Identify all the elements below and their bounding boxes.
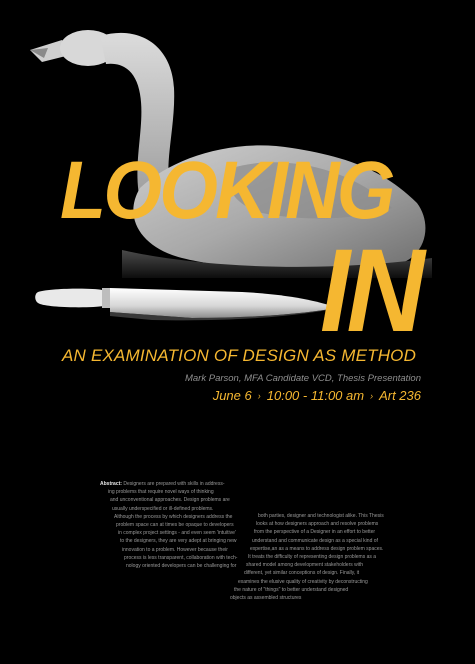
event-details: June 6 › 10:00 - 11:00 am › Art 236 <box>213 388 421 403</box>
presenter-line: Mark Parson, MFA Candidate VCD, Thesis P… <box>184 373 421 384</box>
abstract-line: objects as assembled structures <box>230 595 302 602</box>
abstract-line: looks at how designers approach and reso… <box>256 521 379 528</box>
abstract-column-1: Abstract: Designers are prepared with sk… <box>100 480 237 570</box>
abstract-line: process is less transparent, collaborati… <box>124 554 238 561</box>
subtitle: AN EXAMINATION OF DESIGN AS METHOD <box>62 346 417 365</box>
abstract-line: different, yet similar conceptions of de… <box>244 570 360 577</box>
knife-image <box>35 288 337 321</box>
separator-icon: › <box>257 391 261 401</box>
event-date: June 6 <box>212 388 252 403</box>
abstract-line: shared model among development stakehold… <box>246 562 364 569</box>
event-room: Art 236 <box>379 388 421 403</box>
separator-icon: › <box>370 391 374 401</box>
abstract-line: innovation to a problem. However because… <box>122 546 228 553</box>
abstract-line: examines the elusive quality of creativi… <box>238 578 368 585</box>
abstract-line: understand and communicate design as a s… <box>252 537 378 544</box>
abstract-column-2: both parties, designer and technologist … <box>230 512 384 602</box>
abstract-line: the nature of "things" to better underst… <box>234 586 349 593</box>
abstract-line: Although the process by which designers … <box>114 513 233 520</box>
abstract-label: Abstract: <box>100 481 122 487</box>
abstract-line: Abstract: Designers are prepared with sk… <box>100 481 225 487</box>
abstract-line: and unconventional approaches. Design pr… <box>110 497 230 504</box>
abstract-line: from the perspective of a Designer in an… <box>254 529 376 536</box>
abstract-line: expertise,an as a means to address desig… <box>250 545 384 552</box>
abstract-line: ing problems that require novel ways of … <box>108 489 214 496</box>
abstract-line: nology oriented developers can be challe… <box>126 563 237 570</box>
abstract-line: in complex project settings - and even s… <box>118 530 236 537</box>
abstract-line: to the designers, they are very adept at… <box>120 538 237 545</box>
event-time: 10:00 - 11:00 am <box>266 388 365 403</box>
poster: LOOKING IN AN EXAMINATION OF DESIGN AS M… <box>0 0 475 664</box>
abstract-line: both parties, designer and technologist … <box>258 513 384 519</box>
title-in: IN <box>320 225 425 357</box>
abstract-line: It treats the difficulty of representing… <box>248 554 377 561</box>
abstract-line: problem space can at times be opaque to … <box>116 522 234 529</box>
abstract-line: usually underspecified or ill-defined pr… <box>112 505 214 512</box>
title-looking: LOOKING <box>60 145 395 236</box>
